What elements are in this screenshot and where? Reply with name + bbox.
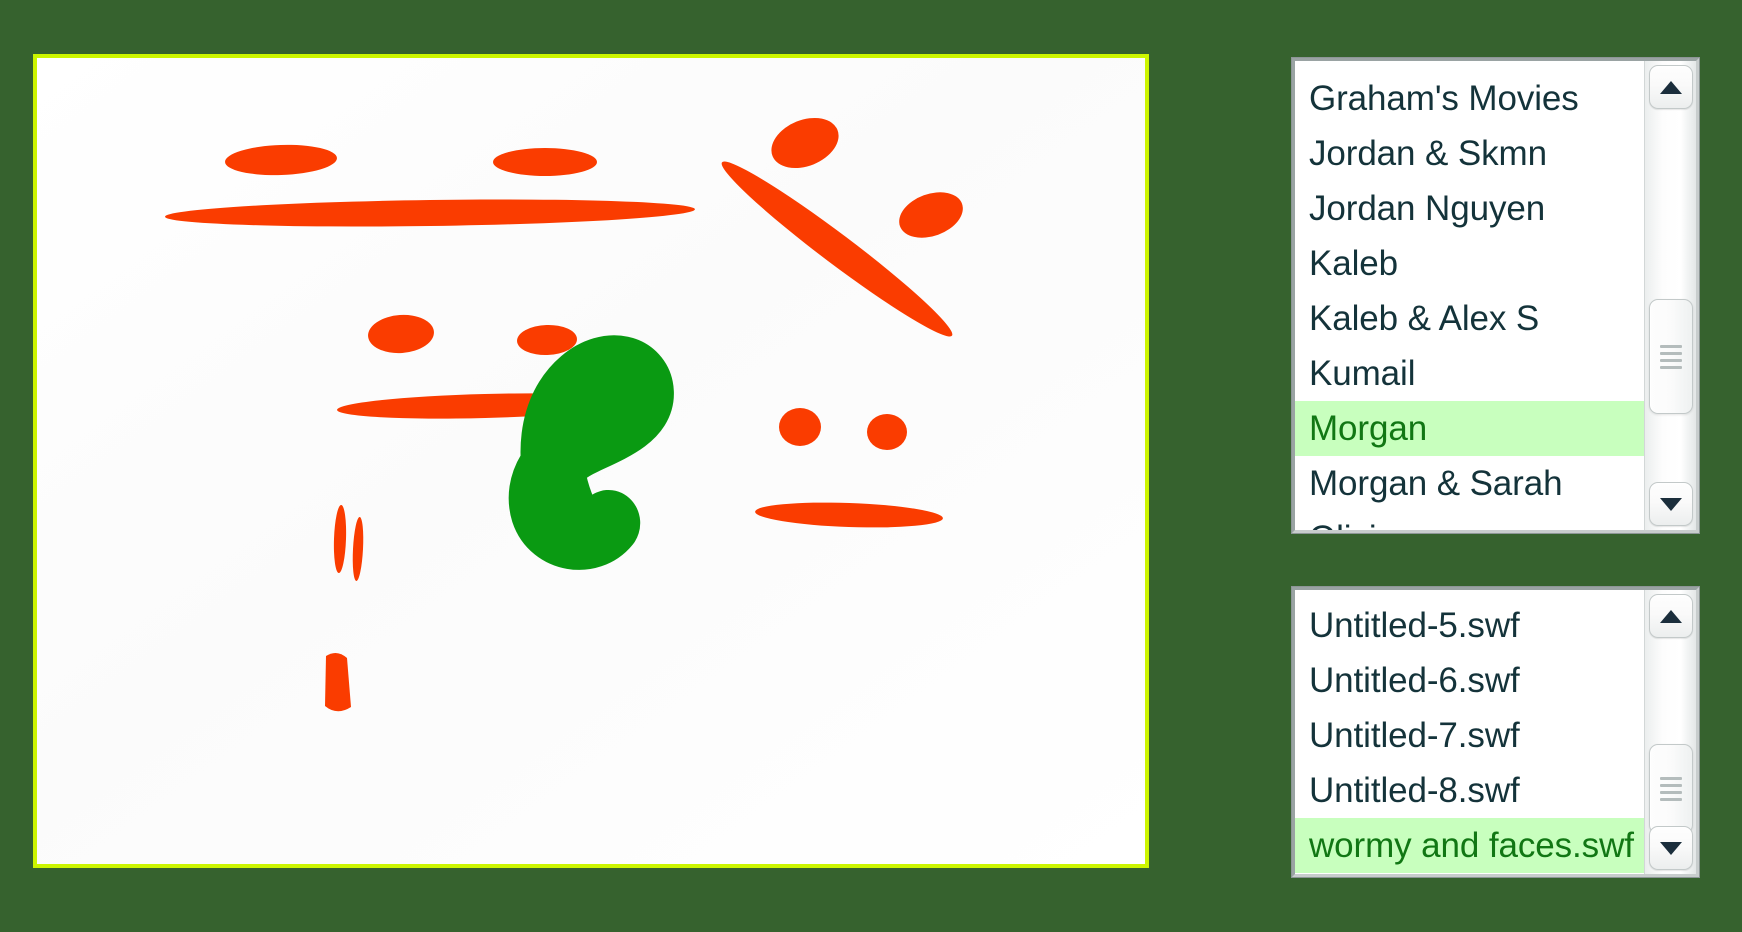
stroke-small-wedge (325, 652, 351, 712)
stroke-eyebrow-right-ellipse (493, 148, 597, 176)
scrollbar-thumb[interactable] (1649, 299, 1693, 414)
list-item[interactable]: Untitled-6.swf (1295, 653, 1644, 708)
list-item[interactable]: Untitled-5.swf (1295, 598, 1644, 653)
list-item[interactable]: Jordan Nguyen (1295, 181, 1644, 236)
files-list-items[interactable]: Untitled-5.swf Untitled-6.swf Untitled-7… (1295, 590, 1644, 874)
projects-scrollbar[interactable] (1644, 61, 1696, 530)
scroll-down-button[interactable] (1649, 826, 1693, 870)
list-item[interactable]: Kaleb (1295, 236, 1644, 291)
list-item-selected[interactable]: wormy and faces.swf (1295, 818, 1644, 873)
list-item[interactable]: Graham's Movies (1295, 71, 1644, 126)
stroke-face3-eye-left (779, 408, 821, 446)
list-item-selected[interactable]: Morgan (1295, 401, 1644, 456)
list-item[interactable]: Kumail (1295, 346, 1644, 401)
list-item[interactable]: Untitled-7.swf (1295, 708, 1644, 763)
list-item[interactable]: Untitled-8.swf (1295, 763, 1644, 818)
projects-list-items[interactable]: Graham's Movies Jordan & Skmn Jordan Ngu… (1295, 61, 1644, 530)
list-item[interactable]: Morgan & Sarah (1295, 456, 1644, 511)
grip-icon (1660, 777, 1682, 801)
grip-icon (1660, 344, 1682, 369)
scrollbar-thumb[interactable] (1649, 744, 1693, 834)
drawing-canvas-frame[interactable] (33, 54, 1149, 868)
files-listbox[interactable]: Untitled-5.swf Untitled-6.swf Untitled-7… (1292, 587, 1699, 877)
stroke-face3-eye-right (867, 414, 907, 450)
stroke-wormy-s-curve (508, 335, 674, 570)
list-item[interactable]: Kaleb & Alex S (1295, 291, 1644, 346)
chevron-down-icon (1660, 497, 1682, 511)
files-scrollbar[interactable] (1644, 590, 1696, 874)
projects-listbox[interactable]: Graham's Movies Jordan & Skmn Jordan Ngu… (1292, 58, 1699, 533)
chevron-down-icon (1660, 841, 1682, 855)
chevron-up-icon (1660, 609, 1682, 623)
chevron-up-icon (1660, 80, 1682, 94)
list-item[interactable]: Jordan & Skmn (1295, 126, 1644, 181)
list-item[interactable]: Olivia (1295, 511, 1644, 530)
scroll-up-button[interactable] (1649, 594, 1693, 638)
scroll-down-button[interactable] (1649, 482, 1693, 526)
drawing-surface[interactable] (37, 58, 1145, 864)
scroll-up-button[interactable] (1649, 65, 1693, 109)
